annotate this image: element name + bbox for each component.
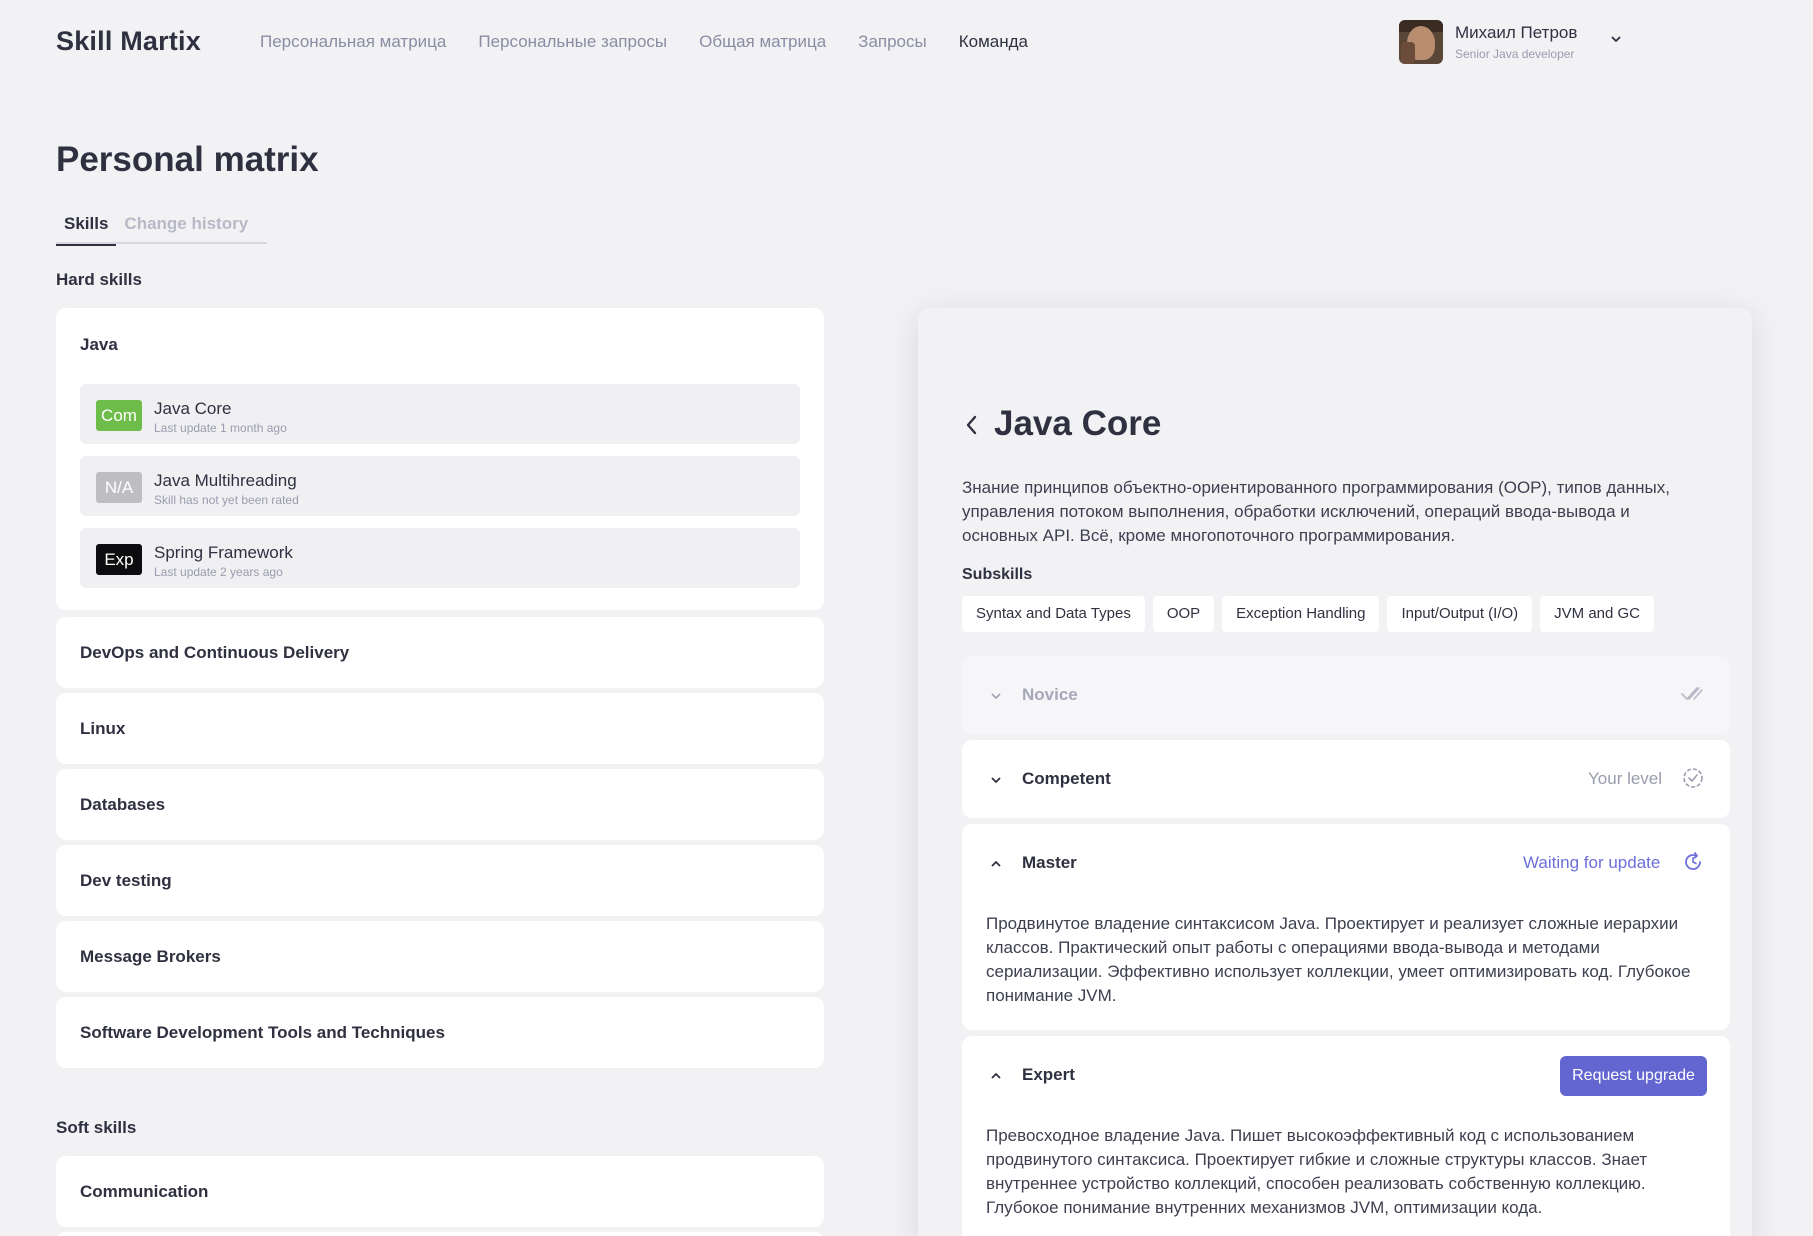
skill-group-linux[interactable]: Linux	[56, 693, 824, 764]
group-title: Databases	[80, 795, 166, 814]
detail-title: Java Core	[994, 404, 1162, 443]
skill-detail-panel: Java Core Знание принципов объектно-орие…	[918, 308, 1752, 1236]
group-title: Linux	[80, 719, 126, 738]
refresh-icon	[1682, 851, 1704, 878]
subskill-chip: Syntax and Data Types	[962, 596, 1145, 632]
chevron-up-icon[interactable]	[990, 857, 1002, 875]
level-competent[interactable]: Competent Your level	[962, 740, 1730, 818]
level-name: Novice	[1022, 685, 1078, 704]
skill-group-message-brokers[interactable]: Message Brokers	[56, 921, 824, 992]
chevron-down-icon[interactable]	[1610, 32, 1622, 50]
subskill-chip: Input/Output (I/O)	[1387, 596, 1533, 632]
skill-group-java: Java Com Java Core Last update 1 month a…	[56, 308, 824, 610]
level-status: Your level	[1588, 769, 1663, 788]
hard-skills-heading: Hard skills	[56, 270, 142, 289]
level-description: Продвинутое владение синтаксисом Java. П…	[986, 914, 1691, 1005]
group-title: Software Development Tools and Technique…	[80, 1023, 445, 1042]
subskills-heading: Subskills	[962, 566, 1033, 583]
double-check-icon	[1680, 685, 1704, 708]
skill-group-databases[interactable]: Databases	[56, 769, 824, 840]
tab-change-history[interactable]: Change history	[116, 213, 256, 244]
skill-last-update: Last update 2 years ago	[154, 565, 283, 579]
skill-name: Spring Framework	[154, 543, 293, 562]
chevron-up-icon[interactable]	[990, 1069, 1002, 1087]
skill-row-java-core[interactable]: Com Java Core Last update 1 month ago	[80, 384, 800, 444]
level-badge: N/A	[96, 472, 142, 503]
chevron-down-icon[interactable]	[990, 773, 1002, 791]
group-title: DevOps and Continuous Delivery	[80, 643, 350, 662]
skill-group-dev-testing[interactable]: Dev testing	[56, 845, 824, 916]
request-upgrade-button[interactable]: Request upgrade	[1560, 1056, 1707, 1096]
level-name: Competent	[1022, 769, 1111, 788]
nav-item-general-matrix[interactable]: Общая матрица	[699, 32, 826, 52]
group-title: Message Brokers	[80, 947, 221, 966]
skill-group-dev-tools[interactable]: Software Development Tools and Technique…	[56, 997, 824, 1068]
tab-bar: Skills Change history	[56, 213, 267, 246]
level-description: Превосходное владение Java. Пишет высоко…	[986, 1126, 1648, 1217]
group-title: Dev testing	[80, 871, 172, 890]
group-title[interactable]: Java	[80, 335, 118, 355]
nav-item-requests[interactable]: Запросы	[858, 32, 927, 52]
chevron-left-icon[interactable]	[964, 414, 980, 441]
soft-skills-heading: Soft skills	[56, 1118, 137, 1137]
skill-group-communication[interactable]: Communication	[56, 1156, 824, 1227]
level-name: Expert	[1022, 1065, 1075, 1084]
nav-item-team[interactable]: Команда	[959, 32, 1028, 52]
level-name: Master	[1022, 853, 1077, 872]
user-role: Senior Java developer	[1455, 47, 1575, 61]
top-header: Skill Martix Персональная матрица Персон…	[0, 0, 1813, 84]
check-badge-icon	[1682, 767, 1704, 794]
page-title: Personal matrix	[56, 140, 319, 179]
subskills-list: Syntax and Data Types OOP Exception Hand…	[962, 596, 1655, 632]
skill-last-update: Skill has not yet been rated	[154, 493, 299, 507]
main-nav: Персональная матрица Персональные запрос…	[260, 32, 1028, 52]
avatar[interactable]	[1399, 20, 1443, 64]
nav-item-personal-requests[interactable]: Персональные запросы	[478, 32, 667, 52]
detail-description: Знание принципов объектно-ориентированно…	[962, 478, 1670, 545]
skill-row-java-multithreading[interactable]: N/A Java Multihreading Skill has not yet…	[80, 456, 800, 516]
subskill-chip: JVM and GC	[1540, 596, 1655, 632]
skill-name: Java Core	[154, 399, 232, 418]
nav-item-personal-matrix[interactable]: Персональная матрица	[260, 32, 446, 52]
tab-skills[interactable]: Skills	[56, 213, 117, 246]
user-menu[interactable]: Михаил Петров Senior Java developer	[1399, 20, 1621, 64]
subskill-chip: OOP	[1152, 596, 1215, 632]
skill-name: Java Multihreading	[154, 471, 297, 490]
user-name: Михаил Петров	[1455, 23, 1578, 42]
level-badge: Exp	[96, 544, 142, 575]
app-logo[interactable]: Skill Martix	[56, 26, 201, 57]
level-badge: Com	[96, 400, 142, 431]
skill-group-next[interactable]	[56, 1232, 824, 1236]
chevron-down-icon[interactable]	[990, 689, 1002, 707]
level-novice[interactable]: Novice	[962, 656, 1730, 734]
group-title: Communication	[80, 1182, 209, 1201]
level-master[interactable]: Master Waiting for update Продвинутое вл…	[962, 824, 1730, 1030]
level-expert[interactable]: Expert Request upgrade Превосходное влад…	[962, 1036, 1730, 1236]
skill-row-spring-framework[interactable]: Exp Spring Framework Last update 2 years…	[80, 528, 800, 588]
skill-last-update: Last update 1 month ago	[154, 421, 287, 435]
level-status: Waiting for update	[1523, 853, 1661, 872]
skill-group-devops[interactable]: DevOps and Continuous Delivery	[56, 617, 824, 688]
subskill-chip: Exception Handling	[1222, 596, 1380, 632]
